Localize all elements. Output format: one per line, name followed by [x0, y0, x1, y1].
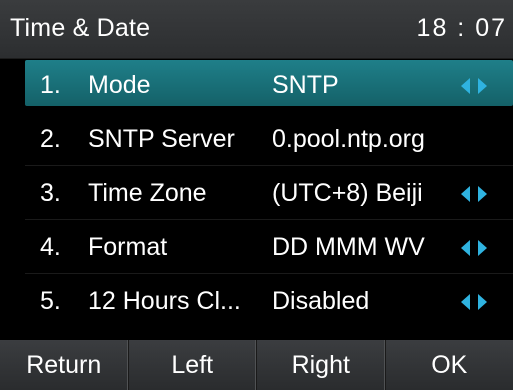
ok-softkey[interactable]: OK — [386, 340, 513, 390]
right-softkey[interactable]: Right — [257, 340, 386, 390]
clock: 18 : 07 — [416, 14, 507, 42]
item-number: 4. — [40, 233, 61, 261]
item-label: Time Zone — [88, 179, 207, 207]
softkey-bar: Return Left Right OK — [0, 340, 513, 390]
item-value: SNTP — [272, 71, 339, 99]
item-number: 5. — [40, 287, 61, 315]
page-title: Time & Date — [10, 14, 151, 42]
item-label: Format — [88, 233, 168, 261]
item-value: 0.pool.ntp.org — [272, 125, 425, 153]
list-item-format[interactable]: 4. Format DD MMM WV — [0, 220, 513, 274]
item-value: (UTC+8) Beiji — [272, 179, 423, 207]
return-softkey[interactable]: Return — [0, 340, 129, 390]
item-label: 12 Hours Cl... — [88, 287, 241, 315]
left-right-arrows-icon[interactable] — [456, 293, 492, 311]
title-bar: Time & Date 18 : 07 — [0, 0, 513, 59]
item-value: DD MMM WV — [272, 233, 425, 261]
list-item-time-zone[interactable]: 3. Time Zone (UTC+8) Beiji — [0, 166, 513, 220]
item-value: Disabled — [272, 287, 370, 315]
item-number: 3. — [40, 179, 61, 207]
left-right-arrows-icon[interactable] — [456, 185, 492, 203]
left-right-arrows-icon[interactable] — [456, 239, 492, 257]
list-item-mode[interactable]: 1. Mode SNTP — [0, 58, 513, 112]
item-label: SNTP Server — [88, 125, 235, 153]
item-number: 1. — [40, 71, 61, 99]
list-item-sntp-server[interactable]: 2. SNTP Server 0.pool.ntp.org — [0, 112, 513, 166]
left-right-arrows-icon[interactable] — [456, 77, 492, 95]
item-label: Mode — [88, 71, 151, 99]
left-softkey[interactable]: Left — [129, 340, 257, 390]
settings-list: 1. Mode SNTP 2. SNTP Server 0.pool.ntp.o… — [0, 58, 513, 328]
phone-screen: Time & Date 18 : 07 1. Mode SNTP 2. SNTP… — [0, 0, 513, 390]
item-number: 2. — [40, 125, 61, 153]
list-item-12-hours-clock[interactable]: 5. 12 Hours Cl... Disabled — [0, 274, 513, 328]
